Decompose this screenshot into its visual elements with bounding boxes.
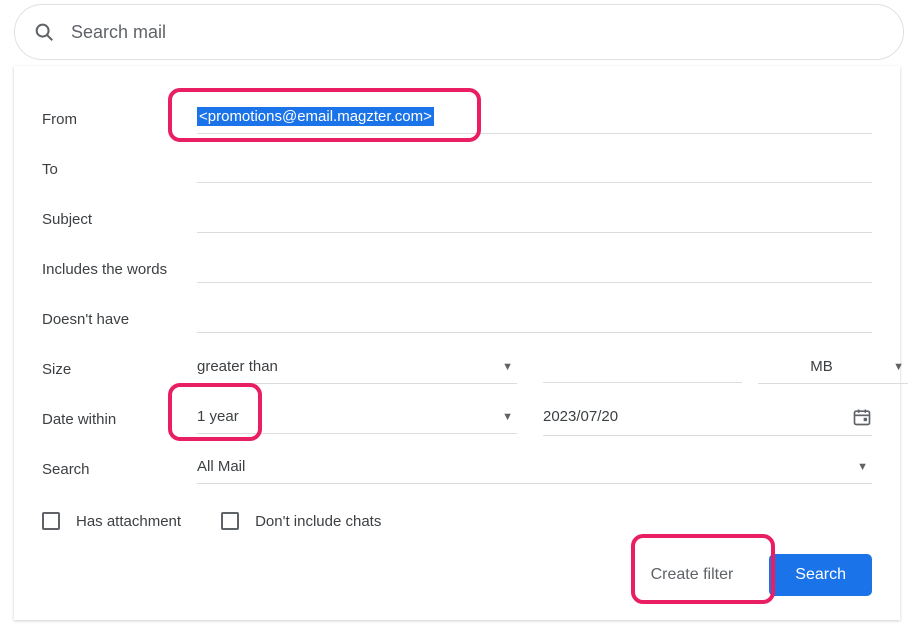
search-icon [33, 21, 55, 43]
search-folder-dropdown[interactable]: All Mail ▼ [197, 454, 872, 484]
date-input[interactable]: 2023/07/20 [543, 403, 872, 436]
date-range-dropdown[interactable]: 1 year ▼ [197, 404, 517, 434]
chevron-down-icon: ▼ [502, 411, 513, 423]
size-unit-value: MB [810, 358, 833, 375]
chevron-down-icon: ▼ [857, 461, 868, 473]
doesnt-label: Doesn't have [42, 311, 197, 328]
subject-input[interactable] [197, 205, 872, 233]
search-button[interactable]: Search [769, 554, 872, 596]
from-input[interactable]: <promotions@email.magzter.com> [197, 105, 872, 134]
size-operator-value: greater than [197, 358, 278, 375]
dont-include-chats-label: Don't include chats [255, 513, 381, 530]
date-range-value: 1 year [197, 408, 239, 425]
search-input[interactable] [69, 21, 885, 44]
create-filter-button[interactable]: Create filter [633, 552, 752, 598]
size-unit-dropdown[interactable]: MB ▼ [758, 354, 908, 384]
from-value-selected: <promotions@email.magzter.com> [197, 107, 434, 126]
date-label: Date within [42, 411, 197, 428]
size-label: Size [42, 361, 197, 378]
to-input[interactable] [197, 155, 872, 183]
search-bar[interactable] [14, 4, 904, 60]
search-folder-label: Search [42, 461, 197, 478]
calendar-icon[interactable] [852, 407, 872, 427]
chevron-down-icon: ▼ [893, 361, 904, 373]
subject-label: Subject [42, 211, 197, 228]
date-value: 2023/07/20 [543, 408, 852, 425]
chevron-down-icon: ▼ [502, 361, 513, 373]
from-label: From [42, 111, 197, 128]
size-operator-dropdown[interactable]: greater than ▼ [197, 354, 517, 384]
doesnt-input[interactable] [197, 305, 872, 333]
includes-label: Includes the words [42, 261, 197, 278]
has-attachment-checkbox[interactable] [42, 512, 60, 530]
has-attachment-label: Has attachment [76, 513, 181, 530]
dont-include-chats-checkbox[interactable] [221, 512, 239, 530]
to-label: To [42, 161, 197, 178]
search-folder-value: All Mail [197, 458, 245, 475]
filter-panel: From <promotions@email.magzter.com> To S… [14, 66, 900, 620]
includes-input[interactable] [197, 255, 872, 283]
size-value-input[interactable] [543, 355, 742, 383]
